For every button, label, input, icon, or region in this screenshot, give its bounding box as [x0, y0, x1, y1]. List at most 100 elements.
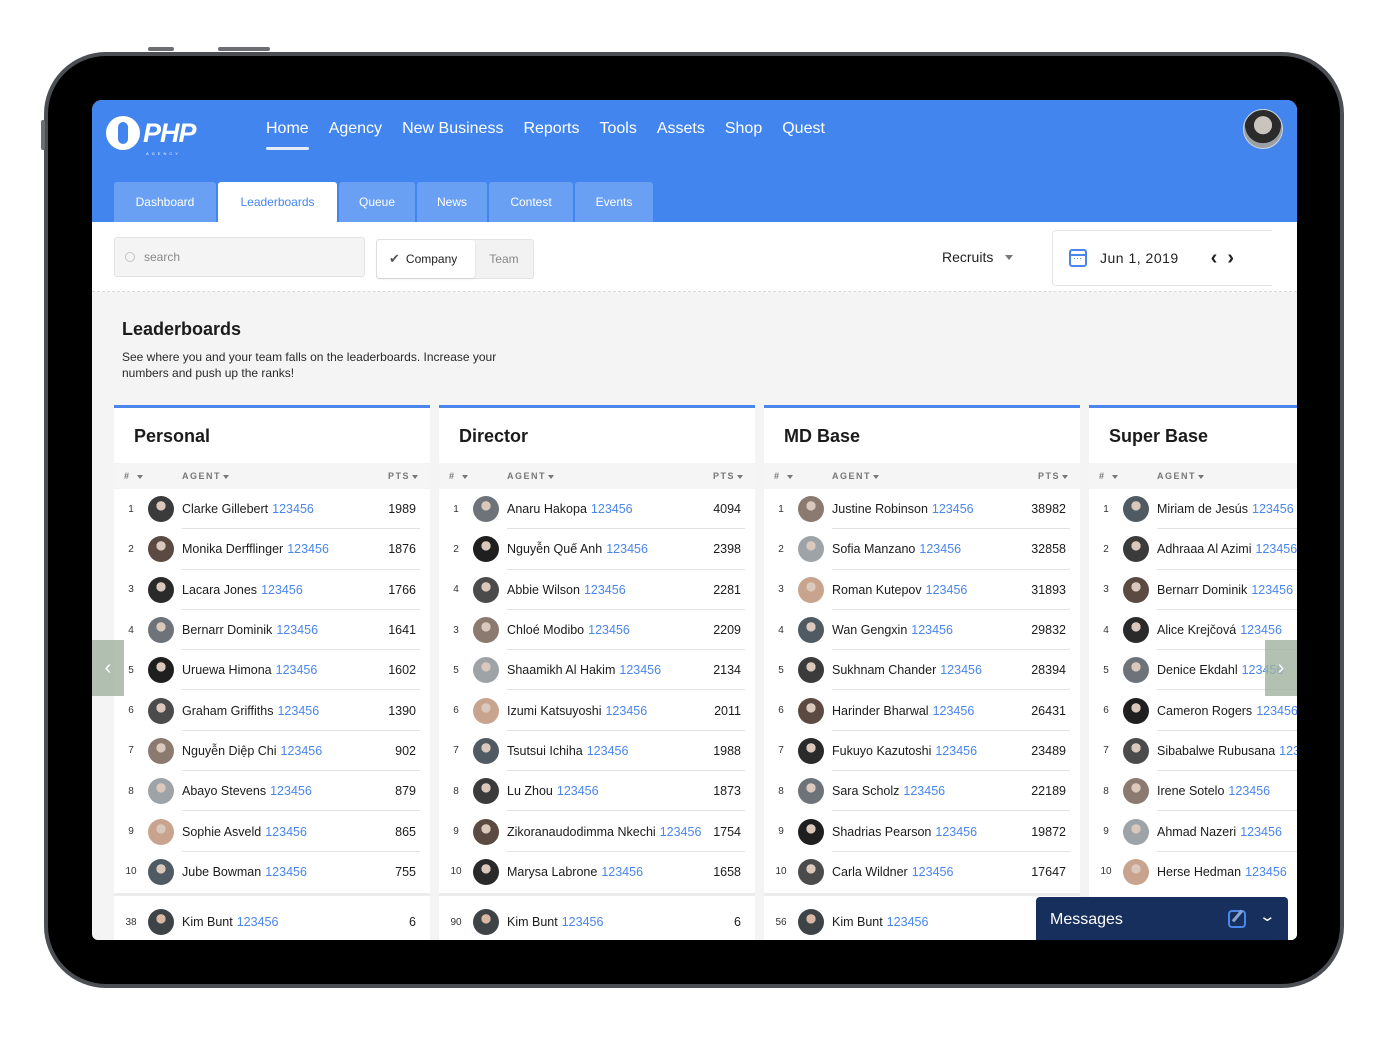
- agent-id-link[interactable]: 123456: [1279, 744, 1297, 758]
- agent-id-link[interactable]: 123456: [606, 542, 648, 556]
- agent-id-link[interactable]: 123456: [276, 663, 318, 677]
- sort-pts[interactable]: PTS: [1038, 471, 1068, 481]
- nav-reports[interactable]: Reports: [523, 120, 579, 150]
- table-row[interactable]: 6 Izumi Katsuyoshi 123456 2011: [439, 690, 755, 732]
- agent-id-link[interactable]: 123456: [940, 663, 982, 677]
- nav-quest[interactable]: Quest: [782, 120, 825, 150]
- nav-home[interactable]: Home: [266, 120, 309, 150]
- table-row[interactable]: 2 Adhraaa Al Azimi 123456: [1089, 529, 1298, 570]
- table-row[interactable]: 3 Chloé Modibo 123456 2209: [439, 610, 755, 651]
- sort-rank[interactable]: #: [1099, 471, 1118, 481]
- table-row[interactable]: 90 Kim Bunt 123456 6: [439, 896, 755, 940]
- nav-assets[interactable]: Assets: [657, 120, 705, 150]
- tab-events[interactable]: Events: [575, 182, 653, 222]
- agent-id-link[interactable]: 123456: [935, 825, 977, 839]
- agent-id-link[interactable]: 123456: [1256, 542, 1298, 556]
- agent-id-link[interactable]: 123456: [1240, 623, 1282, 637]
- tab-leaderboards[interactable]: Leaderboards: [218, 182, 337, 222]
- agent-id-link[interactable]: 123456: [265, 865, 307, 879]
- table-row[interactable]: 1 Clarke Gillebert 123456 1989: [114, 489, 430, 530]
- agent-id-link[interactable]: 123456: [926, 583, 968, 597]
- agent-id-link[interactable]: 123456: [265, 825, 307, 839]
- table-row[interactable]: 10 Jube Bowman 123456 755: [114, 852, 430, 892]
- tab-dashboard[interactable]: Dashboard: [114, 182, 216, 222]
- agent-id-link[interactable]: 123456: [237, 915, 279, 929]
- agent-id-link[interactable]: 123456: [660, 825, 702, 839]
- table-row[interactable]: 2 Nguyễn Quế Anh 123456 2398: [439, 529, 755, 570]
- table-row[interactable]: 8 Irene Sotelo 123456: [1089, 771, 1297, 812]
- table-row[interactable]: 9 Shadrias Pearson 123456 19872: [764, 811, 1080, 852]
- agent-id-link[interactable]: 123456: [261, 583, 303, 597]
- table-row[interactable]: 4 Wan Gengxin 123456 29832: [764, 610, 1080, 651]
- table-row[interactable]: 7 Fukuyo Kazutoshi 123456 23489: [764, 731, 1080, 772]
- agent-id-link[interactable]: 123456: [935, 744, 977, 758]
- tab-contest[interactable]: Contest: [489, 182, 573, 222]
- table-row[interactable]: 6 Graham Griffiths 123456 1390: [114, 690, 430, 732]
- sort-agent[interactable]: AGENT: [832, 471, 879, 481]
- table-row[interactable]: 5 Uruewa Himona 123456 1602: [114, 650, 430, 691]
- agent-id-link[interactable]: 123456: [588, 623, 630, 637]
- tab-news[interactable]: News: [417, 182, 487, 222]
- agent-id-link[interactable]: 123456: [591, 502, 633, 516]
- table-row[interactable]: 7 Sibabalwe Rubusana123456: [1089, 731, 1297, 772]
- table-row[interactable]: 4 Abbie Wilson 123456 2281: [439, 570, 755, 611]
- table-row[interactable]: 38 Kim Bunt 123456 6: [114, 896, 430, 940]
- agent-id-link[interactable]: 123456: [1245, 865, 1287, 879]
- agent-id-link[interactable]: 123456: [619, 663, 661, 677]
- agent-id-link[interactable]: 123456: [1240, 825, 1282, 839]
- table-row[interactable]: 5 Sukhnam Chander 123456 28394: [764, 650, 1080, 691]
- agent-id-link[interactable]: 123456: [887, 915, 929, 929]
- agent-id-link[interactable]: 123456: [605, 704, 647, 718]
- agent-id-link[interactable]: 123456: [1252, 502, 1294, 516]
- sort-rank[interactable]: #: [124, 471, 143, 481]
- chevron-down-icon[interactable]: ⌄: [1259, 907, 1277, 925]
- agent-id-link[interactable]: 123456: [1256, 704, 1297, 718]
- php-agency-logo[interactable]: PHP AGENCY: [106, 116, 197, 156]
- table-row[interactable]: 4 Bernarr Dominik 123456 1641: [114, 610, 430, 651]
- sort-pts[interactable]: PTS: [713, 471, 743, 481]
- table-row[interactable]: 10 Carla Wildner 123456 17647: [764, 852, 1080, 892]
- table-row[interactable]: 2 Monika Derfflinger 123456 1876: [114, 529, 430, 570]
- carousel-next-button[interactable]: ›: [1265, 640, 1297, 696]
- table-row[interactable]: 6 Cameron Rogers 123456: [1089, 690, 1297, 732]
- agent-id-link[interactable]: 123456: [562, 915, 604, 929]
- table-row[interactable]: 8 Abayo Stevens 123456 879: [114, 771, 430, 812]
- agent-id-link[interactable]: 123456: [587, 744, 629, 758]
- agent-id-link[interactable]: 123456: [281, 744, 323, 758]
- agent-id-link[interactable]: 123456: [270, 784, 312, 798]
- table-row[interactable]: 9 Ahmad Nazeri 123456: [1089, 811, 1297, 852]
- search-input[interactable]: [144, 250, 344, 264]
- agent-id-link[interactable]: 123456: [1228, 784, 1270, 798]
- date-picker[interactable]: Jun 1, 2019 ‹ ›: [1052, 230, 1272, 286]
- user-avatar[interactable]: [1243, 109, 1283, 149]
- agent-id-link[interactable]: 123456: [903, 784, 945, 798]
- sort-agent[interactable]: AGENT: [182, 471, 229, 481]
- nav-tools[interactable]: Tools: [599, 120, 636, 150]
- nav-agency[interactable]: Agency: [329, 120, 382, 150]
- table-row[interactable]: 8 Lu Zhou 123456 1873: [439, 771, 755, 812]
- agent-id-link[interactable]: 123456: [272, 502, 314, 516]
- prev-date-button[interactable]: ‹: [1211, 247, 1218, 270]
- table-row[interactable]: 7 Tsutsui Ichiha 123456 1988: [439, 731, 755, 772]
- agent-id-link[interactable]: 123456: [919, 542, 961, 556]
- nav-new-business[interactable]: New Business: [402, 120, 503, 150]
- agent-id-link[interactable]: 123456: [287, 542, 329, 556]
- agent-id-link[interactable]: 123456: [557, 784, 599, 798]
- table-row[interactable]: 3 Bernarr Dominik 123456: [1089, 570, 1297, 611]
- carousel-prev-button[interactable]: ‹: [92, 640, 124, 696]
- table-row[interactable]: 3 Roman Kutepov 123456 31893: [764, 570, 1080, 611]
- tab-queue[interactable]: Queue: [339, 182, 415, 222]
- agent-id-link[interactable]: 123456: [276, 623, 318, 637]
- table-row[interactable]: 10 Marysa Labrone 123456 1658: [439, 852, 755, 892]
- table-row[interactable]: 2 Sofia Manzano 123456 32858: [764, 529, 1080, 570]
- scope-company[interactable]: ✔ Company: [377, 240, 476, 278]
- table-row[interactable]: 9 Sophie Asveld 123456 865: [114, 811, 430, 852]
- agent-id-link[interactable]: 123456: [933, 704, 975, 718]
- messages-widget[interactable]: Messages ⌄: [1036, 897, 1288, 940]
- agent-id-link[interactable]: 123456: [911, 623, 953, 637]
- table-row[interactable]: 5 Shaamikh Al Hakim 123456 2134: [439, 650, 755, 691]
- table-row[interactable]: 3 Lacara Jones 123456 1766: [114, 570, 430, 611]
- sort-agent[interactable]: AGENT: [1157, 471, 1204, 481]
- sort-rank[interactable]: #: [774, 471, 793, 481]
- table-row[interactable]: 1 Justine Robinson 123456 38982: [764, 489, 1080, 530]
